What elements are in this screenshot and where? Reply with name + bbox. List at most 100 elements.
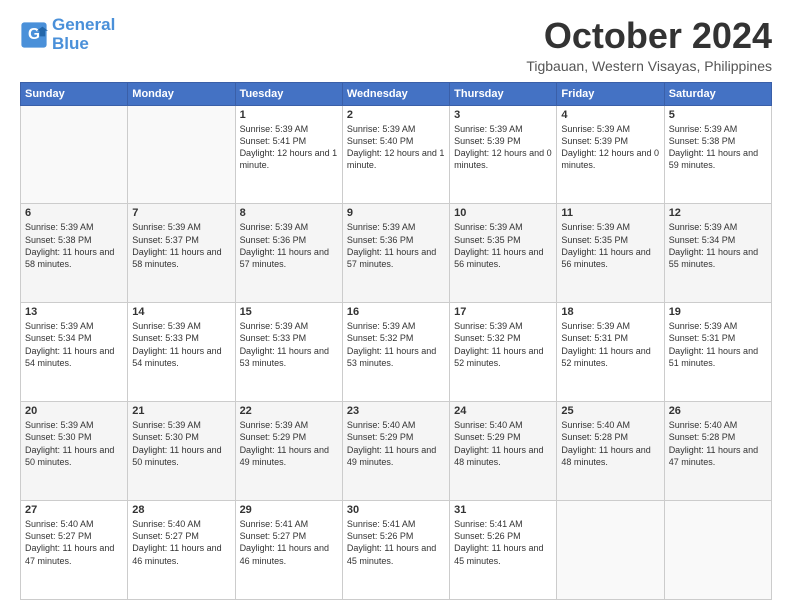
day-number: 30 xyxy=(347,504,445,516)
day-info: Sunrise: 5:39 AM Sunset: 5:41 PM Dayligh… xyxy=(240,123,338,172)
table-cell: 14Sunrise: 5:39 AM Sunset: 5:33 PM Dayli… xyxy=(128,303,235,402)
day-info: Sunrise: 5:39 AM Sunset: 5:35 PM Dayligh… xyxy=(454,221,552,270)
day-number: 22 xyxy=(240,405,338,417)
logo-text: General Blue xyxy=(52,16,115,53)
day-info: Sunrise: 5:40 AM Sunset: 5:29 PM Dayligh… xyxy=(454,419,552,468)
day-info: Sunrise: 5:39 AM Sunset: 5:31 PM Dayligh… xyxy=(561,320,659,369)
table-cell xyxy=(21,105,128,204)
logo: G General Blue xyxy=(20,16,115,53)
table-cell: 6Sunrise: 5:39 AM Sunset: 5:38 PM Daylig… xyxy=(21,204,128,303)
table-cell: 16Sunrise: 5:39 AM Sunset: 5:32 PM Dayli… xyxy=(342,303,449,402)
table-cell: 15 Sunrise: 5:39 AM Sunset: 5:33 PM Dayli… xyxy=(235,303,342,402)
calendar-header-row: Sunday Monday Tuesday Wednesday Thursday… xyxy=(21,82,772,105)
day-number: 28 xyxy=(132,504,230,516)
day-number: 26 xyxy=(669,405,767,417)
day-number: 14 xyxy=(132,306,230,318)
table-cell: 2Sunrise: 5:39 AM Sunset: 5:40 PM Daylig… xyxy=(342,105,449,204)
day-info: Sunrise: 5:39 AM Sunset: 5:38 PM Dayligh… xyxy=(669,123,767,172)
table-cell: 10 Sunrise: 5:39 AM Sunset: 5:35 PM Dayli… xyxy=(450,204,557,303)
col-monday: Monday xyxy=(128,82,235,105)
table-cell: 4 Sunrise: 5:39 AM Sunset: 5:39 PM Daylig… xyxy=(557,105,664,204)
day-number: 23 xyxy=(347,405,445,417)
month-title: October 2024 xyxy=(526,16,772,56)
day-number: 3 xyxy=(454,109,552,121)
table-cell: 25 Sunrise: 5:40 AM Sunset: 5:28 PM Dayli… xyxy=(557,402,664,501)
day-number: 25 xyxy=(561,405,659,417)
day-info: Sunrise: 5:41 AM Sunset: 5:26 PM Dayligh… xyxy=(454,518,552,567)
table-cell: 20Sunrise: 5:39 AM Sunset: 5:30 PM Dayli… xyxy=(21,402,128,501)
day-number: 27 xyxy=(25,504,123,516)
day-info: Sunrise: 5:39 AM Sunset: 5:32 PM Dayligh… xyxy=(454,320,552,369)
table-cell: 22 Sunrise: 5:39 AM Sunset: 5:29 PM Dayli… xyxy=(235,402,342,501)
table-cell: 31Sunrise: 5:41 AM Sunset: 5:26 PM Dayli… xyxy=(450,501,557,600)
table-cell: 1Sunrise: 5:39 AM Sunset: 5:41 PM Daylig… xyxy=(235,105,342,204)
col-saturday: Saturday xyxy=(664,82,771,105)
day-info: Sunrise: 5:40 AM Sunset: 5:27 PM Dayligh… xyxy=(25,518,123,567)
calendar-table: Sunday Monday Tuesday Wednesday Thursday… xyxy=(20,82,772,600)
header: G General Blue October 2024 Tigbauan, We… xyxy=(20,16,772,74)
svg-text:G: G xyxy=(28,26,40,43)
logo-line2: Blue xyxy=(52,34,89,53)
table-cell: 26 Sunrise: 5:40 AM Sunset: 5:28 PM Dayli… xyxy=(664,402,771,501)
table-cell: 21 Sunrise: 5:39 AM Sunset: 5:30 PM Dayli… xyxy=(128,402,235,501)
day-number: 10 xyxy=(454,207,552,219)
table-cell: 11 Sunrise: 5:39 AM Sunset: 5:35 PM Dayli… xyxy=(557,204,664,303)
day-info: Sunrise: 5:40 AM Sunset: 5:28 PM Dayligh… xyxy=(669,419,767,468)
day-number: 12 xyxy=(669,207,767,219)
table-cell: 19Sunrise: 5:39 AM Sunset: 5:31 PM Dayli… xyxy=(664,303,771,402)
day-number: 2 xyxy=(347,109,445,121)
day-number: 5 xyxy=(669,109,767,121)
table-cell xyxy=(128,105,235,204)
day-number: 7 xyxy=(132,207,230,219)
day-info: Sunrise: 5:39 AM Sunset: 5:39 PM Dayligh… xyxy=(561,123,659,172)
day-number: 18 xyxy=(561,306,659,318)
col-friday: Friday xyxy=(557,82,664,105)
table-cell: 24 Sunrise: 5:40 AM Sunset: 5:29 PM Dayli… xyxy=(450,402,557,501)
day-info: Sunrise: 5:39 AM Sunset: 5:37 PM Dayligh… xyxy=(132,221,230,270)
table-cell: 8 Sunrise: 5:39 AM Sunset: 5:36 PM Daylig… xyxy=(235,204,342,303)
table-cell: 18 Sunrise: 5:39 AM Sunset: 5:31 PM Dayli… xyxy=(557,303,664,402)
day-number: 4 xyxy=(561,109,659,121)
table-cell: 29 Sunrise: 5:41 AM Sunset: 5:27 PM Dayli… xyxy=(235,501,342,600)
logo-icon: G xyxy=(20,21,48,49)
week-row-1: 1Sunrise: 5:39 AM Sunset: 5:41 PM Daylig… xyxy=(21,105,772,204)
day-info: Sunrise: 5:40 AM Sunset: 5:28 PM Dayligh… xyxy=(561,419,659,468)
day-number: 17 xyxy=(454,306,552,318)
day-info: Sunrise: 5:39 AM Sunset: 5:34 PM Dayligh… xyxy=(669,221,767,270)
day-number: 21 xyxy=(132,405,230,417)
day-number: 29 xyxy=(240,504,338,516)
table-cell: 7 Sunrise: 5:39 AM Sunset: 5:37 PM Daylig… xyxy=(128,204,235,303)
day-number: 24 xyxy=(454,405,552,417)
col-thursday: Thursday xyxy=(450,82,557,105)
day-info: Sunrise: 5:39 AM Sunset: 5:38 PM Dayligh… xyxy=(25,221,123,270)
day-number: 15 xyxy=(240,306,338,318)
page: G General Blue October 2024 Tigbauan, We… xyxy=(0,0,792,612)
table-cell: 17 Sunrise: 5:39 AM Sunset: 5:32 PM Dayli… xyxy=(450,303,557,402)
table-cell: 9Sunrise: 5:39 AM Sunset: 5:36 PM Daylig… xyxy=(342,204,449,303)
day-info: Sunrise: 5:40 AM Sunset: 5:29 PM Dayligh… xyxy=(347,419,445,468)
col-tuesday: Tuesday xyxy=(235,82,342,105)
day-number: 11 xyxy=(561,207,659,219)
day-number: 13 xyxy=(25,306,123,318)
day-info: Sunrise: 5:39 AM Sunset: 5:39 PM Dayligh… xyxy=(454,123,552,172)
title-area: October 2024 Tigbauan, Western Visayas, … xyxy=(526,16,772,74)
day-number: 19 xyxy=(669,306,767,318)
table-cell: 28Sunrise: 5:40 AM Sunset: 5:27 PM Dayli… xyxy=(128,501,235,600)
day-number: 9 xyxy=(347,207,445,219)
day-info: Sunrise: 5:39 AM Sunset: 5:35 PM Dayligh… xyxy=(561,221,659,270)
day-info: Sunrise: 5:41 AM Sunset: 5:27 PM Dayligh… xyxy=(240,518,338,567)
location-title: Tigbauan, Western Visayas, Philippines xyxy=(526,58,772,74)
table-cell: 30Sunrise: 5:41 AM Sunset: 5:26 PM Dayli… xyxy=(342,501,449,600)
table-cell: 5 Sunrise: 5:39 AM Sunset: 5:38 PM Daylig… xyxy=(664,105,771,204)
table-cell: 12 Sunrise: 5:39 AM Sunset: 5:34 PM Dayli… xyxy=(664,204,771,303)
day-info: Sunrise: 5:39 AM Sunset: 5:30 PM Dayligh… xyxy=(132,419,230,468)
day-info: Sunrise: 5:39 AM Sunset: 5:29 PM Dayligh… xyxy=(240,419,338,468)
week-row-5: 27 Sunrise: 5:40 AM Sunset: 5:27 PM Dayli… xyxy=(21,501,772,600)
col-sunday: Sunday xyxy=(21,82,128,105)
day-info: Sunrise: 5:39 AM Sunset: 5:36 PM Dayligh… xyxy=(240,221,338,270)
table-cell: 23 Sunrise: 5:40 AM Sunset: 5:29 PM Dayli… xyxy=(342,402,449,501)
day-number: 8 xyxy=(240,207,338,219)
logo-line1: General xyxy=(52,15,115,34)
day-info: Sunrise: 5:39 AM Sunset: 5:33 PM Dayligh… xyxy=(240,320,338,369)
day-number: 20 xyxy=(25,405,123,417)
